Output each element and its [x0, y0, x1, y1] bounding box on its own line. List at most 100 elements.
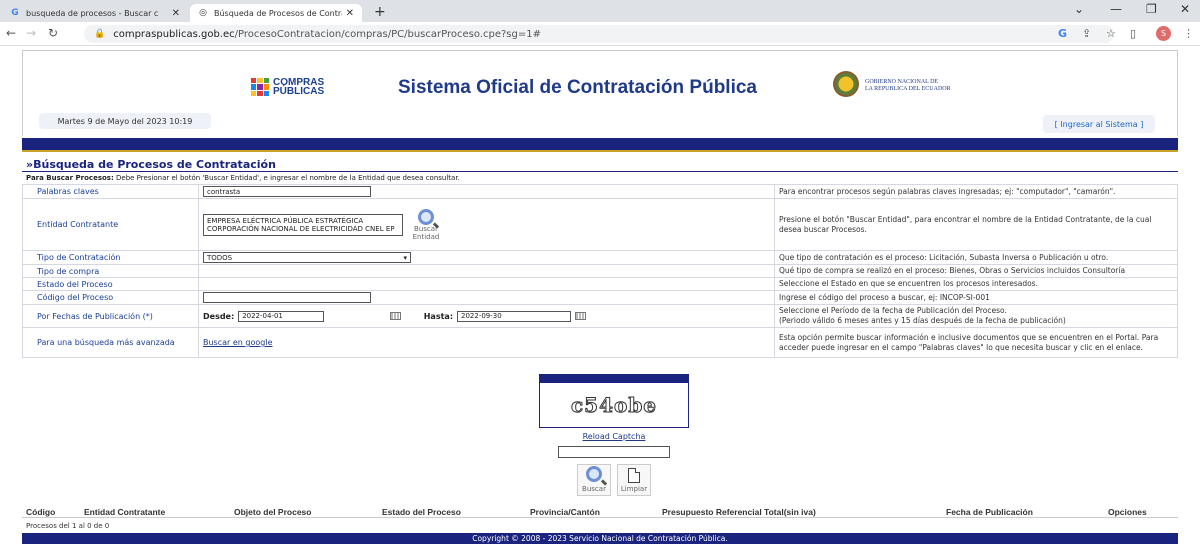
header-bar — [22, 138, 1178, 150]
calendar-icon[interactable] — [390, 312, 402, 320]
codigo-input[interactable] — [203, 292, 371, 303]
avanzada-help: Esta opción permite buscar información e… — [774, 327, 1178, 358]
compras-publicas-logo: COMPRAS PÚBLICAS — [251, 74, 333, 100]
current-date: Martes 9 de Mayo del 2023 10:19 — [39, 113, 211, 129]
calendar-icon[interactable] — [575, 312, 587, 320]
palabras-input[interactable]: contrasta — [203, 186, 371, 197]
col-fecha: Fecha de Publicación — [946, 507, 1033, 517]
menu-kebab-icon[interactable]: ⋮ — [1183, 27, 1194, 40]
profile-avatar[interactable]: S — [1156, 26, 1171, 41]
results-table-header: Código Entidad Contratante Objeto del Pr… — [22, 506, 1178, 518]
login-link[interactable]: [ Ingresar al Sistema ] — [1043, 115, 1155, 133]
col-presupuesto: Presupuesto Referencial Total(sin iva) — [662, 507, 816, 517]
google-lens-icon[interactable]: G — [1058, 27, 1067, 40]
col-opciones: Opciones — [1108, 507, 1147, 517]
entidad-help: Presione el botón "Buscar Entidad", para… — [774, 198, 1178, 251]
tipo-compra-help: Qué tipo de compra se realizó en el proc… — [774, 264, 1178, 278]
close-tab-icon[interactable]: ✕ — [346, 8, 354, 19]
tipo-compra-label: Tipo de compra — [22, 264, 199, 278]
forward-icon[interactable]: → — [26, 26, 36, 40]
chevron-down-icon: ▾ — [403, 253, 407, 262]
col-provincia: Provincia/Cantón — [530, 507, 600, 517]
instructions: Para Buscar Procesos: Debe Presionar el … — [26, 174, 460, 182]
blank-document-icon — [628, 468, 640, 483]
limpiar-button[interactable]: Limpiar — [617, 464, 651, 496]
page-content: COMPRAS PÚBLICAS Sistema Oficial de Cont… — [22, 50, 1178, 552]
captcha-area: c54obe Reload Captcha Buscar Limpiar — [539, 374, 689, 496]
palabras-label: Palabras claves — [22, 184, 199, 199]
estado-help: Seleccione el Estado en que se encuentre… — [774, 277, 1178, 291]
browser-tab-bar: G busqueda de procesos - Buscar c ✕ ◎ Bú… — [0, 0, 1200, 22]
col-entidad: Entidad Contratante — [84, 507, 166, 517]
fechas-label: Por Fechas de Publicación (*) — [22, 304, 199, 328]
captcha-image: c54obe — [539, 382, 689, 428]
url-path: /ProcesoContratacion/compras/PC/buscarPr… — [234, 28, 541, 40]
tipo-contratacion-value: TODOS — [207, 253, 233, 262]
estado-label: Estado del Proceso — [22, 277, 199, 291]
instructions-text: Debe Presionar el botón 'Buscar Entidad'… — [113, 174, 460, 182]
reload-icon[interactable]: ↻ — [48, 26, 58, 40]
gov-logo-text: GOBIERNO NACIONAL DE LA REPUBLICA DEL EC… — [865, 79, 951, 93]
gov-line-2: LA REPUBLICA DEL ECUADOR — [865, 86, 951, 92]
magnifier-icon — [586, 466, 602, 482]
entidad-value-line-2: CORPORACIÓN NACIONAL DE ELECTRICIDAD CNE… — [207, 224, 395, 233]
logo-line-2: PÚBLICAS — [273, 86, 325, 97]
entidad-value-line-1: EMPRESA ELÉCTRICA PÚBLICA ESTRATÉGICA — [207, 216, 364, 225]
tipo-contratacion-select[interactable]: TODOS ▾ — [203, 252, 411, 263]
reload-captcha-link[interactable]: Reload Captcha — [583, 432, 646, 441]
tipo-contratacion-label: Tipo de Contratación — [22, 250, 199, 265]
hasta-label: Hasta: — [423, 311, 454, 321]
search-form: Palabras claves contrasta Para encontrar… — [22, 184, 1178, 358]
site-title: Sistema Oficial de Contratación Pública — [398, 77, 757, 98]
buscar-label: Buscar — [582, 485, 606, 493]
palabras-help: Para encontrar procesos según palabras c… — [774, 184, 1178, 199]
instructions-bold: Para Buscar Procesos: — [26, 174, 114, 182]
url-host: compraspublicas.gob.ec — [113, 28, 235, 40]
section-title: »Búsqueda de Procesos de Contratación — [26, 158, 276, 171]
hasta-input[interactable]: 2022-09-30 — [457, 310, 572, 322]
browser-tab-google[interactable]: G busqueda de procesos - Buscar c ✕ — [2, 4, 188, 22]
tipo-contratacion-help: Que tipo de contratación es el proceso: … — [774, 250, 1178, 265]
header-accent-line — [22, 150, 1178, 152]
close-window-icon[interactable]: ✕ — [1180, 2, 1190, 16]
buscar-google-link[interactable]: Buscar en google — [203, 338, 272, 347]
col-objeto: Objeto del Proceso — [234, 507, 312, 517]
captcha-header-bar — [539, 374, 689, 382]
back-icon[interactable]: ← — [6, 26, 16, 40]
entidad-textarea[interactable]: EMPRESA ELÉCTRICA PÚBLICA ESTRATÉGICA CO… — [203, 213, 403, 236]
bookmark-star-icon[interactable]: ☆ — [1106, 27, 1116, 40]
ecuador-seal-icon — [833, 71, 859, 97]
captcha-input[interactable] — [558, 446, 670, 458]
tab-title: Búsqueda de Procesos de Contra — [214, 8, 342, 18]
close-tab-icon[interactable]: ✕ — [172, 8, 180, 19]
globe-icon: ◎ — [199, 8, 207, 18]
restore-icon[interactable]: ❐ — [1146, 2, 1157, 16]
avanzada-label: Para una búsqueda más avanzada — [22, 327, 199, 358]
desde-input[interactable]: 2022-04-01 — [238, 310, 325, 322]
browser-tab-compras[interactable]: ◎ Búsqueda de Procesos de Contra ✕ — [190, 4, 362, 22]
buscar-button[interactable]: Buscar — [577, 464, 611, 496]
magnifier-icon — [418, 208, 434, 225]
side-panel-icon[interactable]: ▯ — [1130, 27, 1136, 40]
buscar-entidad-button[interactable]: Buscar Entidad — [409, 207, 443, 243]
address-bar-row: ← → ↻ 🔒 compraspublicas.gob.ec /ProcesoC… — [0, 22, 1200, 46]
col-codigo: Código — [26, 507, 56, 517]
minimize-icon[interactable]: — — [1110, 2, 1122, 16]
fechas-help-2: (Periodo válido 6 meses antes y 15 días … — [779, 316, 1066, 325]
new-tab-icon[interactable]: + — [374, 4, 386, 20]
col-estado: Estado del Proceso — [382, 507, 461, 517]
google-icon: G — [11, 8, 19, 18]
url-field[interactable]: 🔒 compraspublicas.gob.ec /ProcesoContrat… — [84, 25, 1114, 43]
limpiar-label: Limpiar — [620, 485, 648, 493]
gov-line-1: GOBIERNO NACIONAL DE — [865, 79, 939, 85]
logo-cube-icon — [251, 78, 269, 96]
desde-label: Desde: — [203, 311, 235, 321]
lock-icon: 🔒 — [94, 29, 106, 39]
codigo-label: Código del Proceso — [22, 290, 199, 305]
buscar-entidad-label-2: Entidad — [412, 232, 440, 241]
share-icon[interactable]: ⇪ — [1082, 27, 1091, 40]
site-header: COMPRAS PÚBLICAS Sistema Oficial de Cont… — [22, 50, 1178, 136]
tab-search-chevron-icon[interactable]: ⌄ — [1074, 2, 1084, 16]
entidad-label: Entidad Contratante — [22, 198, 199, 251]
codigo-help: Ingrese el código del proceso a buscar, … — [774, 290, 1178, 305]
